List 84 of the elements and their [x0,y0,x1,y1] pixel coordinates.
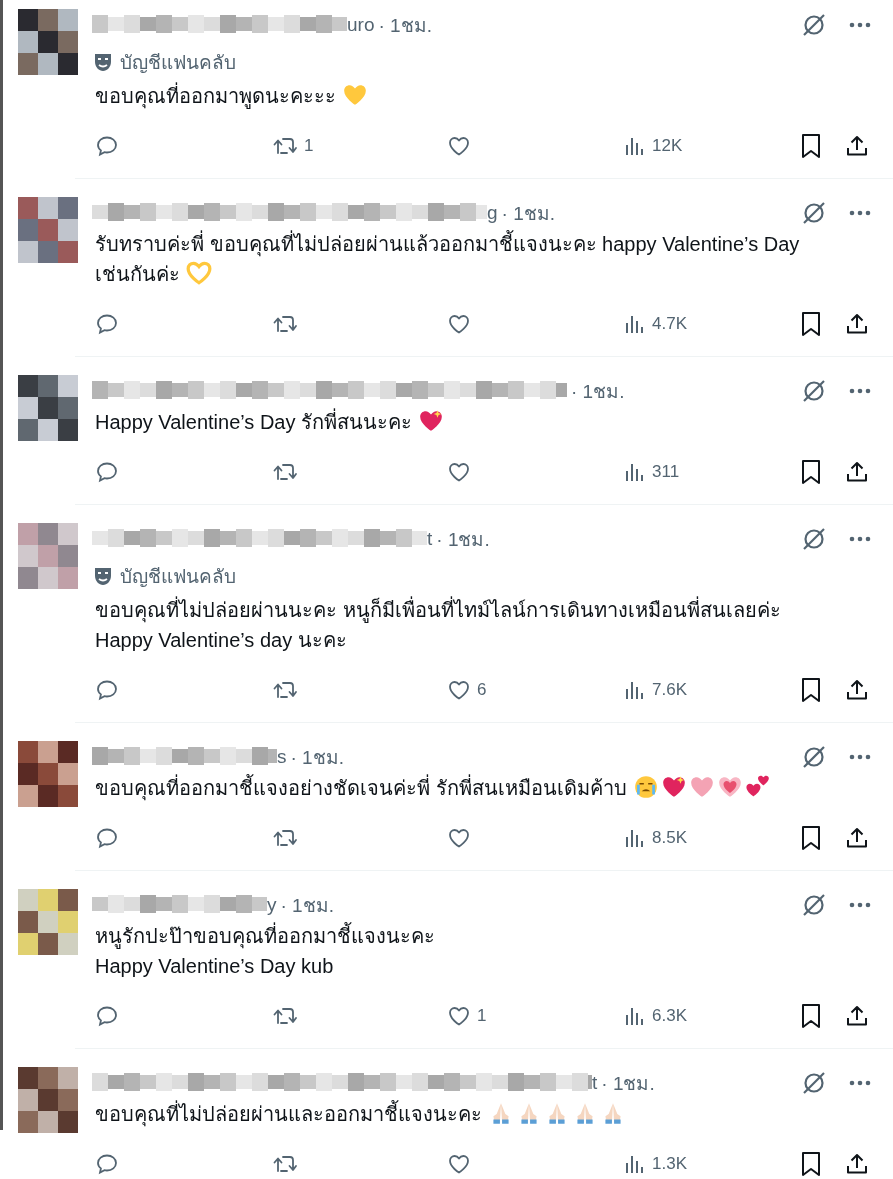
slashed-circle-icon[interactable] [801,1070,827,1096]
heart-icon[interactable] [447,1004,471,1028]
share-icon[interactable] [845,460,869,484]
view-count: 6.3K [652,1006,687,1026]
bar-chart-icon[interactable] [624,1005,646,1027]
bookmark-icon[interactable] [800,133,822,159]
bookmark-icon[interactable] [800,677,822,703]
view-count: 12K [652,136,683,156]
timestamp[interactable]: · 1ชม. [501,198,556,228]
reply-icon[interactable] [95,460,119,484]
user-name[interactable]: s [277,746,287,768]
reply-icon[interactable] [95,312,119,336]
fan-account-label: บัญชีแฟนคลับ [120,565,236,589]
user-name[interactable]: g [487,202,498,224]
bar-chart-icon[interactable] [624,827,646,849]
slashed-circle-icon[interactable] [801,526,827,552]
reply-icon[interactable] [95,134,119,158]
reply-text: Happy Valentine’s Day kub [95,955,334,977]
slashed-circle-icon[interactable] [801,12,827,38]
bookmark-icon[interactable] [800,1151,822,1177]
reply-icon[interactable] [95,826,119,850]
reply-text: เช่นกันค่ะ [95,263,180,285]
mask-icon [94,52,112,72]
avatar[interactable] [18,741,78,807]
user-name[interactable]: t [427,528,433,550]
share-icon[interactable] [845,1004,869,1028]
timestamp[interactable]: · 1ชม. [290,742,344,772]
more-icon[interactable] [849,754,871,760]
slashed-circle-icon[interactable] [801,744,827,770]
slashed-circle-icon[interactable] [801,892,827,918]
reply-icon[interactable] [95,1004,119,1028]
avatar[interactable] [18,889,78,955]
heart-icon[interactable] [447,678,471,702]
bookmark-icon[interactable] [800,459,822,485]
slashed-circle-icon[interactable] [801,378,827,404]
view-count: 7.6K [652,680,687,700]
like-count: 6 [477,680,487,700]
heart-icon[interactable] [447,460,471,484]
share-icon[interactable] [845,1152,869,1176]
avatar[interactable] [18,1067,78,1133]
fan-account-label: บัญชีแฟนคลับ [120,51,236,75]
view-count: 1.3K [652,1154,687,1174]
more-icon[interactable] [849,1080,871,1086]
reply-icon[interactable] [95,1152,119,1176]
repost-count: 1 [304,136,314,156]
reply-text: Happy Valentine’s day นะคะ [95,629,347,651]
more-icon[interactable] [849,388,871,394]
more-icon[interactable] [849,902,871,908]
avatar[interactable] [18,9,78,75]
timestamp[interactable]: · 1ชม. [378,10,432,40]
slashed-circle-icon[interactable] [801,200,827,226]
user-name[interactable]: t [592,1072,598,1094]
bar-chart-icon[interactable] [624,135,646,157]
view-count: 8.5K [652,828,687,848]
more-icon[interactable] [849,536,871,542]
timestamp[interactable]: · 1ชม. [436,524,490,554]
share-icon[interactable] [845,678,869,702]
bookmark-icon[interactable] [800,825,822,851]
mask-icon [94,566,112,586]
bookmark-icon[interactable] [800,311,822,337]
heart-icon[interactable] [447,1152,471,1176]
like-count: 1 [477,1006,487,1026]
more-icon[interactable] [849,22,871,28]
bar-chart-icon[interactable] [624,313,646,335]
heart-icon[interactable] [447,134,471,158]
reply-icon[interactable] [95,678,119,702]
more-icon[interactable] [849,210,871,216]
share-icon[interactable] [845,826,869,850]
timestamp[interactable]: · 1ชม. [280,890,334,920]
heart-icon[interactable] [447,312,471,336]
share-icon[interactable] [845,134,869,158]
timestamp[interactable]: · 1ชม. [571,376,625,406]
timestamp[interactable]: · 1ชม. [601,1068,655,1098]
avatar[interactable] [18,375,78,441]
bookmark-icon[interactable] [800,1003,822,1029]
bar-chart-icon[interactable] [624,461,646,483]
view-count: 4.7K [652,314,687,334]
bar-chart-icon[interactable] [624,679,646,701]
share-icon[interactable] [845,312,869,336]
user-name[interactable]: uro [347,14,375,36]
view-count: 311 [652,462,680,482]
user-name[interactable]: y [267,894,277,916]
heart-icon[interactable] [447,826,471,850]
bar-chart-icon[interactable] [624,1153,646,1175]
